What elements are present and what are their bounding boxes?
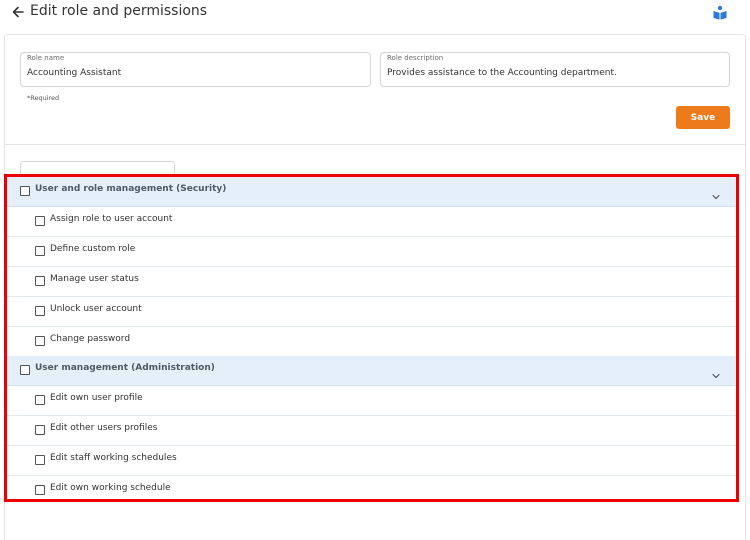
group-label: User and role management (Security) [35,184,227,194]
permission-checkbox[interactable] [35,306,45,316]
permission-item[interactable]: Edit own working schedule [7,476,736,499]
permission-checkbox[interactable] [35,455,45,465]
permission-checkbox[interactable] [35,216,45,226]
permission-item[interactable]: Edit staff working schedules [7,446,736,476]
arrow-left-icon[interactable] [10,4,26,20]
save-button[interactable]: Save [676,106,730,129]
permission-item[interactable]: Define custom role [7,237,736,267]
permission-label: Edit own user profile [50,393,143,403]
page-title: Edit role and permissions [30,3,208,19]
permission-label: Edit other users profiles [50,423,158,433]
section-divider [5,144,745,145]
permission-checkbox[interactable] [35,246,45,256]
permission-checkbox[interactable] [35,425,45,435]
chevron-down-icon[interactable] [711,366,721,379]
permission-item[interactable]: Manage user status [7,267,736,297]
role-description-label: Role description [387,54,444,62]
permission-list: User and role management (Security) Assi… [4,174,739,502]
permission-label: Edit own working schedule [50,483,171,493]
permission-checkbox[interactable] [35,485,45,495]
role-name-field[interactable]: Role name Accounting Assistant [20,52,371,87]
permission-checkbox[interactable] [35,336,45,346]
permission-label: Define custom role [50,244,136,254]
permission-item[interactable]: Change password [7,327,736,357]
book-help-icon[interactable] [712,4,728,20]
permission-group-security[interactable]: User and role management (Security) [7,177,736,207]
permission-checkbox[interactable] [35,395,45,405]
permission-checkbox[interactable] [35,276,45,286]
role-name-value[interactable]: Accounting Assistant [27,68,121,78]
group-checkbox[interactable] [20,186,30,196]
group-checkbox[interactable] [20,365,30,375]
permission-item[interactable]: Edit own user profile [7,386,736,416]
permission-label: Manage user status [50,274,139,284]
role-description-value[interactable]: Provides assistance to the Accounting de… [387,68,617,78]
permission-item[interactable]: Edit other users profiles [7,416,736,446]
required-note: *Required [27,94,60,102]
permission-item[interactable]: Unlock user account [7,297,736,327]
page-header: Edit role and permissions [0,0,750,30]
role-description-field[interactable]: Role description Provides assistance to … [380,52,730,87]
permission-label: Assign role to user account [50,214,173,224]
chevron-down-icon[interactable] [711,187,721,200]
group-label: User management (Administration) [35,363,215,373]
permission-group-administration[interactable]: User management (Administration) [7,356,736,386]
role-name-label: Role name [27,54,65,62]
permission-item[interactable]: Assign role to user account [7,207,736,237]
permission-label: Edit staff working schedules [50,453,177,463]
permission-label: Unlock user account [50,304,142,314]
permission-label: Change password [50,334,131,344]
